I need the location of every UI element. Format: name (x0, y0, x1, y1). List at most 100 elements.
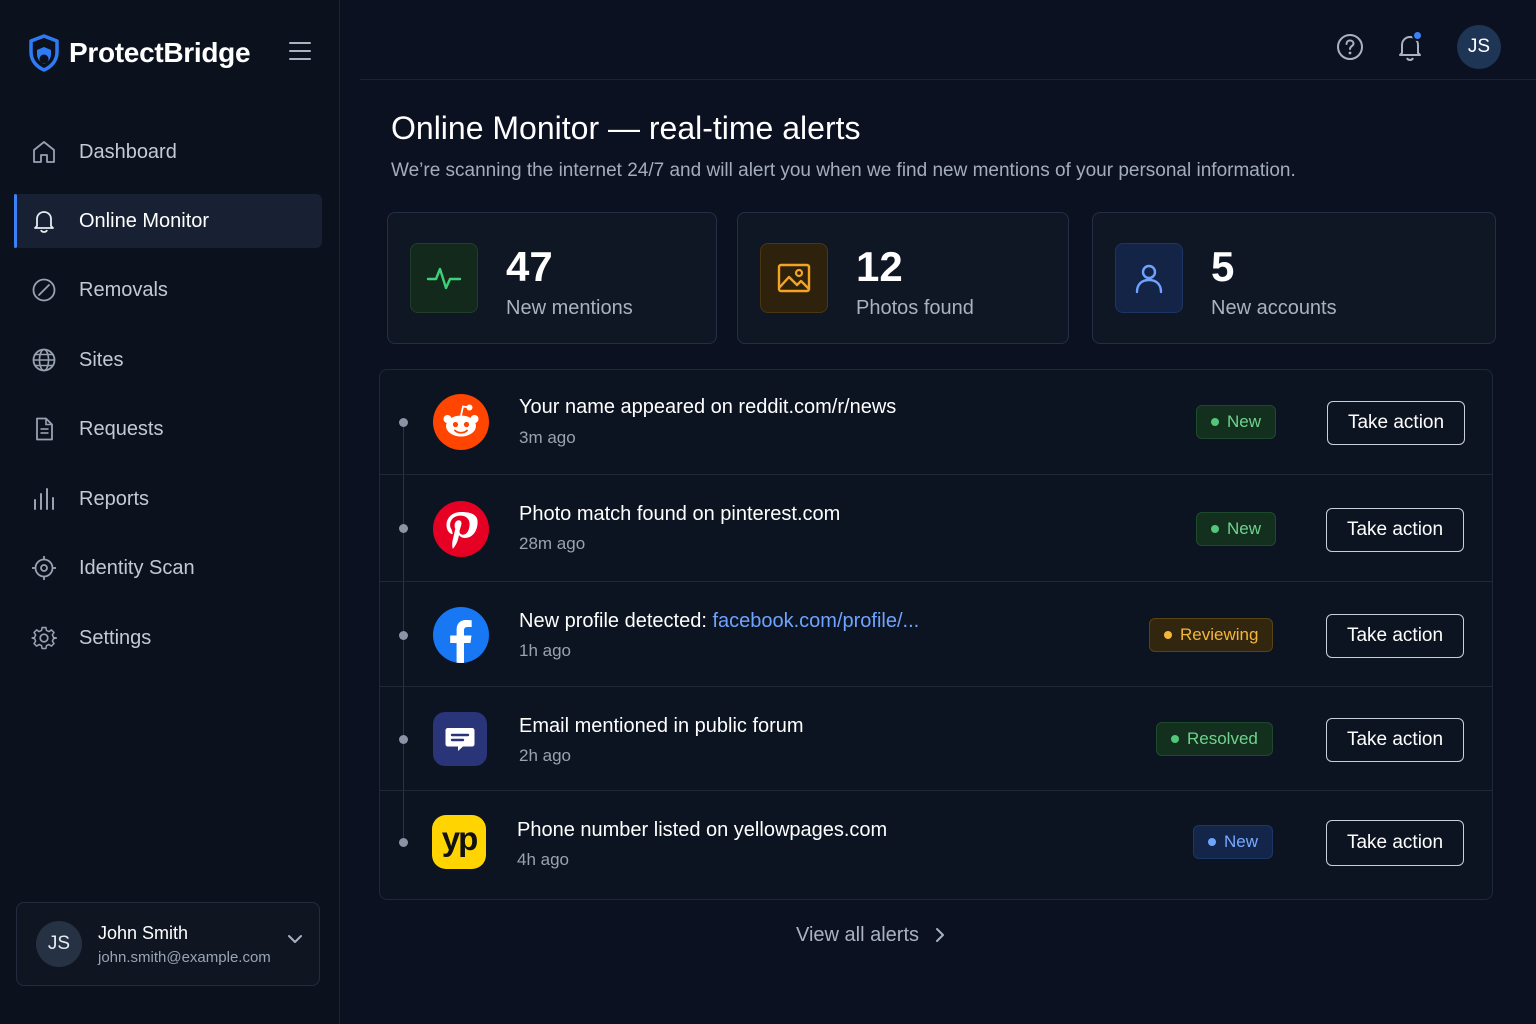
stat-label: Photos found (856, 297, 974, 319)
status-badge: Reviewing (1149, 618, 1274, 652)
chevron-down-icon[interactable] (285, 929, 305, 949)
sidebar-item-label: Online Monitor (79, 209, 210, 232)
forum-chat-icon (433, 712, 487, 766)
status-dot (1208, 838, 1216, 846)
avatar[interactable]: JS (1457, 25, 1501, 69)
alert-row[interactable]: Your name appeared on reddit.com/r/news … (380, 370, 1492, 475)
user-account-menu[interactable]: JS John Smith john.smith@example.com (16, 902, 320, 986)
status-dot (1171, 735, 1179, 743)
alert-row[interactable]: Email mentioned in public forum 2h ago R… (380, 687, 1492, 791)
hamburger-menu-icon[interactable] (288, 40, 312, 62)
document-icon (30, 415, 58, 443)
stat-value: 5 (1211, 243, 1235, 290)
alert-time: 2h ago (519, 746, 571, 765)
activity-icon (410, 243, 478, 313)
sidebar-item-label: Settings (79, 626, 152, 649)
stat-label: New accounts (1211, 297, 1337, 319)
stat-value: 47 (506, 243, 553, 290)
sidebar-item-removals[interactable]: Removals (14, 263, 322, 317)
status-badge: New (1193, 825, 1274, 859)
status-badge: New (1196, 512, 1277, 546)
crosshair-icon (30, 554, 58, 582)
alert-time: 4h ago (517, 850, 569, 869)
view-all-alerts-link[interactable]: View all alerts (796, 920, 949, 950)
take-action-button[interactable]: Take action (1326, 508, 1464, 552)
brand[interactable]: ProtectBridge (28, 32, 251, 74)
globe-icon (30, 346, 58, 374)
sidebar: ProtectBridge Dashboard Online Monitor R… (0, 0, 340, 1024)
sidebar-item-label: Dashboard (79, 140, 177, 163)
timeline-dot (399, 735, 408, 744)
alert-title: Photo match found on pinterest.com (519, 503, 841, 525)
sidebar-item-reports[interactable]: Reports (14, 472, 322, 526)
sidebar-item-settings[interactable]: Settings (14, 611, 322, 665)
sidebar-item-label: Requests (79, 417, 164, 440)
sidebar-item-requests[interactable]: Requests (14, 402, 322, 456)
sidebar-item-dashboard[interactable]: Dashboard (14, 125, 322, 179)
gear-icon (30, 624, 58, 652)
status-label: New (1227, 519, 1262, 538)
status-badge: New (1196, 405, 1277, 439)
top-bar: JS (360, 0, 1536, 80)
status-dot (1164, 631, 1172, 639)
stat-card-new-mentions[interactable]: 47 New mentions (387, 212, 717, 344)
stat-value: 12 (856, 243, 903, 290)
status-label: New (1224, 832, 1259, 851)
stat-card-photos-found[interactable]: 12 Photos found (737, 212, 1069, 344)
stat-card-new-accounts[interactable]: 5 New accounts (1092, 212, 1496, 344)
page-title: Online Monitor — real-time alerts (391, 110, 861, 146)
status-label: Resolved (1187, 729, 1258, 748)
status-badge: Resolved (1156, 722, 1273, 756)
sidebar-item-sites[interactable]: Sites (14, 333, 322, 387)
sidebar-item-label: Reports (79, 487, 150, 510)
yellowpages-icon: yp (432, 815, 486, 869)
home-icon (30, 138, 58, 166)
yellowpages-logo-text: yp (441, 820, 478, 857)
slash-circle-icon (30, 276, 58, 304)
status-dot (1211, 525, 1219, 533)
take-action-button[interactable]: Take action (1326, 718, 1464, 762)
bell-icon (30, 207, 58, 235)
page-subtitle: We’re scanning the internet 24/7 and wil… (391, 160, 1296, 181)
sidebar-item-label: Identity Scan (79, 556, 195, 579)
take-action-button[interactable]: Take action (1326, 820, 1464, 866)
take-action-button[interactable]: Take action (1326, 614, 1464, 658)
stat-label: New mentions (506, 297, 633, 319)
reddit-icon (433, 394, 489, 450)
sidebar-item-identity-scan[interactable]: Identity Scan (14, 541, 322, 595)
timeline-dot (399, 838, 408, 847)
image-icon (760, 243, 828, 313)
alert-time: 1h ago (519, 641, 571, 660)
sidebar-item-online-monitor[interactable]: Online Monitor (14, 194, 322, 248)
alert-title: Phone number listed on yellowpages.com (517, 819, 888, 841)
status-label: Reviewing (1180, 625, 1259, 644)
profile-link[interactable]: facebook.com/profile/... (712, 610, 919, 632)
brand-name: ProtectBridge (69, 37, 251, 68)
user-email: john.smith@example.com (98, 949, 271, 966)
alert-title: Your name appeared on reddit.com/r/news (519, 396, 897, 418)
user-name: John Smith (98, 923, 189, 943)
avatar: JS (36, 921, 82, 967)
timeline-dot (399, 524, 408, 533)
view-all-label: View all alerts (796, 923, 920, 946)
status-label: New (1227, 412, 1262, 431)
chevron-right-icon (936, 928, 945, 942)
take-action-button[interactable]: Take action (1327, 401, 1465, 445)
alert-row[interactable]: New profile detected: facebook.com/profi… (380, 582, 1492, 687)
alert-row[interactable]: yp Phone number listed on yellowpages.co… (380, 791, 1492, 899)
facebook-icon (433, 607, 489, 663)
user-icon (1115, 243, 1183, 313)
sidebar-item-label: Sites (79, 348, 124, 371)
pinterest-icon (433, 501, 489, 557)
shield-logo-icon (29, 34, 59, 72)
timeline-dot (399, 631, 408, 640)
status-dot (1211, 418, 1219, 426)
help-icon[interactable] (1335, 32, 1365, 62)
alerts-list: Your name appeared on reddit.com/r/news … (379, 369, 1493, 900)
timeline-dot (399, 418, 408, 427)
alert-title-text: New profile detected: (519, 610, 713, 632)
alert-title: New profile detected: facebook.com/profi… (519, 610, 919, 633)
bar-chart-icon (30, 485, 58, 513)
sidebar-item-label: Removals (79, 278, 168, 301)
alert-row[interactable]: Photo match found on pinterest.com 28m a… (380, 475, 1492, 582)
